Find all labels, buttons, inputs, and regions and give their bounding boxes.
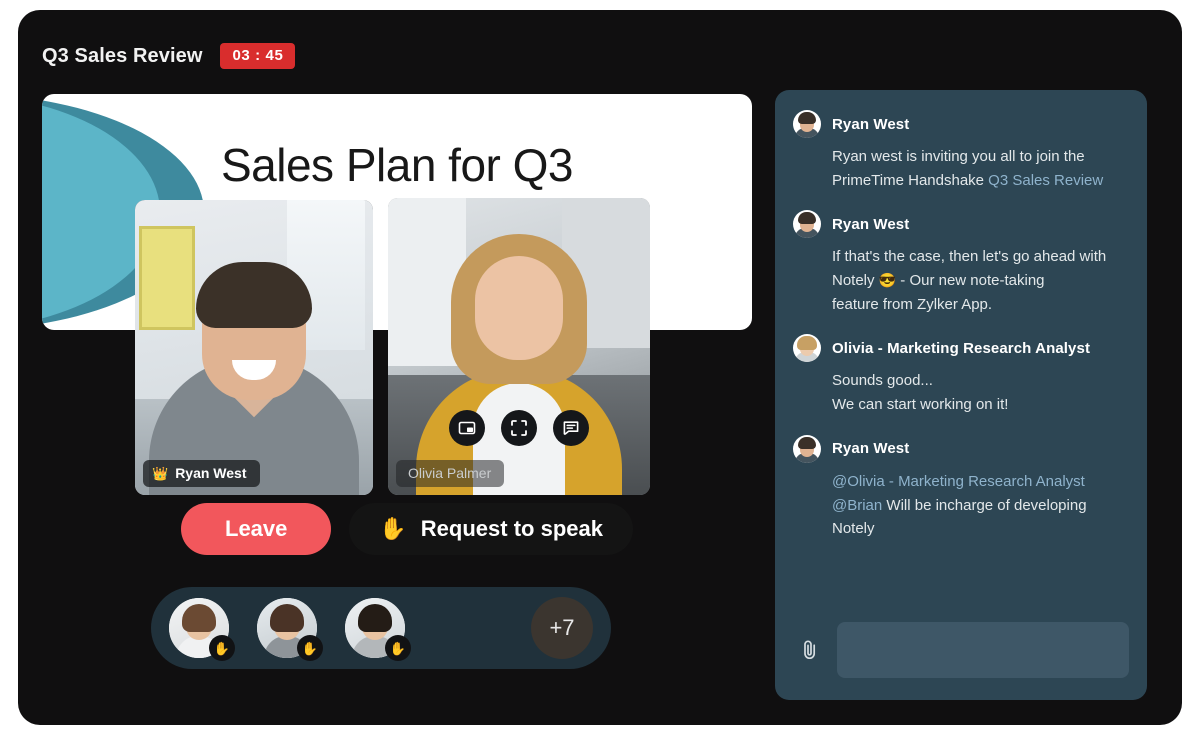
chat-bubble-icon — [563, 421, 579, 435]
chat-message: Olivia - Marketing Research Analyst Soun… — [793, 334, 1129, 416]
request-to-speak-button[interactable]: ✋ Request to speak — [349, 503, 633, 555]
tile-name-badge-olivia: Olivia Palmer — [396, 460, 505, 487]
participant-avatar-1[interactable]: ✋ — [169, 598, 235, 661]
chat-bubble-button[interactable] — [553, 410, 589, 446]
meeting-header: Q3 Sales Review 03 : 45 — [42, 43, 296, 69]
tile-participant-name: Olivia Palmer — [408, 465, 492, 481]
avatar — [793, 434, 821, 463]
chat-message-input[interactable] — [837, 622, 1129, 678]
picture-in-picture-button[interactable] — [449, 410, 485, 446]
chat-line: PrimeTime Handshake Q3 Sales Review — [832, 169, 1129, 193]
chat-line: Notely — [832, 520, 875, 538]
sunglasses-emoji-icon: 😎 — [878, 272, 897, 289]
participants-overflow-count[interactable]: +7 — [531, 597, 593, 659]
chat-line-text: Notely — [832, 272, 879, 290]
chat-message: Ryan West Ryan west is inviting you all … — [793, 110, 1129, 192]
crown-icon: 👑 — [152, 465, 169, 481]
video-feed-olivia-palmer — [388, 198, 650, 495]
chat-line: @Brian Will be incharge of developing — [832, 494, 1129, 518]
chat-message-body: If that's the case, then let's go ahead … — [793, 245, 1129, 316]
participants-strip: ✋ ✋ ✋ +7 — [151, 587, 611, 669]
chat-message: Ryan West If that's the case, then let's… — [793, 210, 1129, 316]
paperclip-icon — [804, 640, 816, 659]
raised-hand-badge: ✋ — [209, 635, 235, 661]
tile-participant-name: Ryan West — [175, 465, 247, 481]
meeting-timer-badge: 03 : 45 — [220, 43, 296, 69]
chat-line: If that's the case, then let's go ahead … — [832, 248, 1107, 266]
video-tile-controls — [388, 410, 650, 446]
video-tile-ryan-west[interactable]: 👑 Ryan West — [135, 200, 373, 495]
chat-mention-olivia[interactable]: @Olivia - Marketing Research Analyst — [832, 473, 1085, 490]
call-action-bar: Leave ✋ Request to speak — [181, 503, 633, 555]
leave-button[interactable]: Leave — [181, 503, 332, 555]
chat-line-text: PrimeTime Handshake — [832, 171, 989, 189]
avatar — [793, 334, 821, 363]
chat-line: Ryan west is inviting you all to join th… — [832, 148, 1085, 165]
page-title: Q3 Sales Review — [42, 44, 203, 67]
chat-line: Notely 😎 - Our new note-taking — [832, 269, 1129, 293]
chat-message-body: Ryan west is inviting you all to join th… — [793, 145, 1129, 192]
chat-line: feature from Zylker App. — [832, 295, 993, 313]
avatar — [793, 110, 821, 138]
meeting-app-window: Q3 Sales Review 03 : 45 Sales Plan for Q… — [18, 10, 1182, 725]
video-tile-olivia-palmer[interactable]: Olivia Palmer — [388, 198, 650, 495]
attach-file-button[interactable] — [793, 622, 827, 678]
participant-avatar-2[interactable]: ✋ — [257, 598, 323, 661]
tile-name-badge-ryan: 👑 Ryan West — [143, 460, 260, 487]
chat-message-body: Sounds good... We can start working on i… — [793, 369, 1129, 416]
chat-author: Ryan West — [832, 115, 910, 133]
chat-link-meeting[interactable]: Q3 Sales Review — [988, 172, 1103, 189]
slide-title: Sales Plan for Q3 — [220, 139, 574, 191]
raised-hand-icon: ✋ — [379, 516, 407, 541]
video-feed-ryan-west — [135, 200, 373, 495]
chat-message-body: @Olivia - Marketing Research Analyst @Br… — [793, 470, 1129, 541]
avatar — [793, 210, 821, 239]
picture-in-picture-icon — [458, 421, 476, 435]
chat-line: Sounds good... — [832, 372, 933, 390]
raised-hand-badge: ✋ — [297, 635, 323, 661]
chat-author: Ryan West — [832, 215, 910, 233]
raised-hand-badge: ✋ — [385, 635, 411, 661]
fullscreen-icon — [511, 420, 527, 436]
chat-mention-brian[interactable]: @Brian — [832, 497, 882, 514]
chat-author: Olivia - Marketing Research Analyst — [832, 339, 1091, 357]
fullscreen-button[interactable] — [501, 410, 537, 446]
chat-line: We can start working on it! — [832, 396, 1009, 414]
request-to-speak-label: Request to speak — [420, 516, 603, 541]
chat-line-text: Will be incharge of developing — [882, 496, 1087, 514]
chat-panel: Ryan West Ryan west is inviting you all … — [775, 90, 1147, 700]
chat-line: @Olivia - Marketing Research Analyst — [832, 470, 1129, 494]
participant-avatar-3[interactable]: ✋ — [345, 598, 411, 661]
chat-message: Ryan West @Olivia - Marketing Research A… — [793, 434, 1129, 541]
chat-line-text: - Our new note-taking — [896, 272, 1045, 290]
chat-composer — [793, 622, 1129, 678]
chat-author: Ryan West — [832, 440, 910, 458]
